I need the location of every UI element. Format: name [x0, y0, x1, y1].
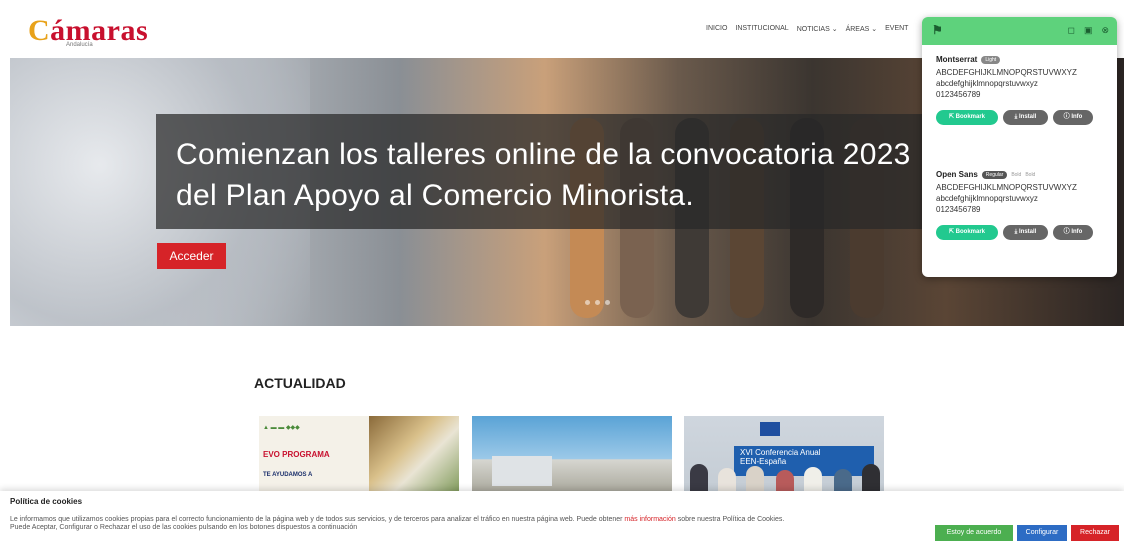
- eu-flag-icon: [760, 422, 780, 436]
- card-image: [684, 460, 884, 494]
- card-text: TE AYUDAMOS A: [263, 472, 313, 478]
- nav-item-institucional[interactable]: INSTITUCIONAL: [735, 25, 788, 33]
- nav-item-eventos[interactable]: EVENT: [885, 25, 908, 33]
- font-name: Open Sans Regular Bold Bold: [936, 170, 1111, 179]
- info-button[interactable]: ⓘ Info: [1053, 225, 1093, 240]
- bookmark-icon: ⇱: [948, 114, 956, 120]
- bookmark-icon[interactable]: ◻: [1067, 25, 1074, 36]
- cookie-text-part: Le informamos que utilizamos cookies pro…: [10, 516, 625, 523]
- nav-item-inicio[interactable]: INICIO: [706, 25, 727, 33]
- sample-upper: ABCDEFGHIJKLMNOPQRSTUVWXYZ: [936, 68, 1077, 77]
- sample-upper: ABCDEFGHIJKLMNOPQRSTUVWXYZ: [936, 183, 1077, 192]
- card-image: [492, 456, 552, 486]
- logo-subtitle: Andalucía: [66, 42, 93, 48]
- bookmark-icon: ⇱: [948, 229, 956, 235]
- font-card: Montserrat Light ABCDEFGHIJKLMNOPQRSTUVWX…: [936, 55, 1111, 125]
- reject-cookies-button[interactable]: Rechazar: [1071, 525, 1119, 541]
- font-weight-tag[interactable]: Regular: [981, 170, 1008, 179]
- font-weight-option[interactable]: Bold: [1011, 172, 1021, 178]
- font-name: Montserrat Light: [936, 55, 1111, 64]
- font-name-text: Open Sans: [936, 170, 978, 179]
- install-button[interactable]: ⤓ Install: [1003, 225, 1048, 240]
- bookmark-label: Bookmark: [955, 229, 986, 235]
- news-card[interactable]: [472, 416, 672, 494]
- configure-cookies-button[interactable]: Configurar: [1017, 525, 1067, 541]
- accept-cookies-button[interactable]: Estoy de acuerdo: [935, 525, 1013, 541]
- bookmark-label: Bookmark: [955, 114, 986, 120]
- news-card[interactable]: ▲ ▬ ▬ ◆◆◆ EVO PROGRAMA TE AYUDAMOS A: [259, 416, 459, 494]
- font-name-text: Montserrat: [936, 55, 978, 64]
- slider-dot[interactable]: [595, 300, 600, 305]
- bookmark-button[interactable]: ⇱ Bookmark: [936, 110, 998, 125]
- hero-caption: Comienzan los talleres online de la conv…: [156, 114, 926, 229]
- info-label: Info: [1071, 114, 1083, 120]
- font-card: Open Sans Regular Bold Bold ABCDEFGHIJKLMNO…: [936, 170, 1111, 240]
- card-image: [369, 416, 459, 494]
- card-text: EVO PROGRAMA: [263, 450, 330, 459]
- font-actions: ⇱ Bookmark ⤓ Install ⓘ Info: [936, 110, 1111, 125]
- more-info-link[interactable]: más información: [624, 516, 675, 523]
- hero-title-line2: del Plan Apoyo al Comercio Minorista.: [176, 179, 695, 212]
- info-button[interactable]: ⓘ Info: [1053, 110, 1093, 125]
- hero-title-line1: Comienzan los talleres online de la conv…: [176, 138, 911, 171]
- logo-text: ámaras: [50, 14, 149, 47]
- card-text-line: XVI Conferencia Anual: [740, 448, 821, 457]
- info-label: Info: [1071, 229, 1083, 235]
- font-actions: ⇱ Bookmark ⤓ Install ⓘ Info: [936, 225, 1111, 240]
- font-sample: ABCDEFGHIJKLMNOPQRSTUVWXYZ abcdefghijklm…: [936, 182, 1111, 215]
- sample-digits: 0123456789: [936, 205, 981, 214]
- hero-title: Comienzan los talleres online de la conv…: [176, 134, 911, 216]
- sample-lower: abcdefghijklmnopqrstuvwxyz: [936, 194, 1038, 203]
- cookie-title: Política de cookies: [10, 497, 83, 506]
- save-icon[interactable]: ▣: [1084, 25, 1093, 36]
- logo-c: C: [28, 14, 51, 47]
- section-title: ACTUALIDAD: [254, 375, 346, 391]
- install-label: Install: [1018, 114, 1037, 120]
- panel-header: ⚑ ◻ ▣ ⊗: [922, 17, 1117, 45]
- install-label: Install: [1018, 229, 1037, 235]
- slider-dots: [585, 300, 610, 305]
- sample-digits: 0123456789: [936, 90, 981, 99]
- nav-item-areas[interactable]: ÁREAS ⌄: [846, 25, 878, 33]
- cookie-text: Le informamos que utilizamos cookies pro…: [10, 516, 800, 532]
- acceder-button[interactable]: Acceder: [157, 243, 226, 269]
- nav-item-noticias[interactable]: NOTICIAS ⌄: [797, 25, 838, 33]
- font-inspector-panel: ⚑ ◻ ▣ ⊗ Montserrat Light ABCDEFGHIJKLMNOP…: [922, 17, 1117, 277]
- font-weight-option[interactable]: Bold: [1025, 172, 1035, 178]
- bookmark-button[interactable]: ⇱ Bookmark: [936, 225, 998, 240]
- font-weight-tag[interactable]: Light: [981, 55, 1001, 64]
- news-card[interactable]: XVI Conferencia Anual EEN-España: [684, 416, 884, 494]
- font-sample: ABCDEFGHIJKLMNOPQRSTUVWXYZ abcdefghijklm…: [936, 67, 1111, 100]
- slider-dot[interactable]: [585, 300, 590, 305]
- slider-dot[interactable]: [605, 300, 610, 305]
- sample-lower: abcdefghijklmnopqrstuvwxyz: [936, 79, 1038, 88]
- partner-logos: ▲ ▬ ▬ ◆◆◆: [263, 425, 300, 431]
- extension-logo-icon: ⚑: [932, 23, 943, 37]
- install-button[interactable]: ⤓ Install: [1003, 110, 1048, 125]
- cookie-banner: Política de cookies Le informamos que ut…: [0, 491, 1124, 552]
- panel-toolbar: ◻ ▣ ⊗: [1067, 25, 1109, 36]
- close-icon[interactable]: ⊗: [1101, 25, 1109, 36]
- main-nav: INICIO INSTITUCIONAL NOTICIAS ⌄ ÁREAS ⌄ …: [706, 25, 908, 33]
